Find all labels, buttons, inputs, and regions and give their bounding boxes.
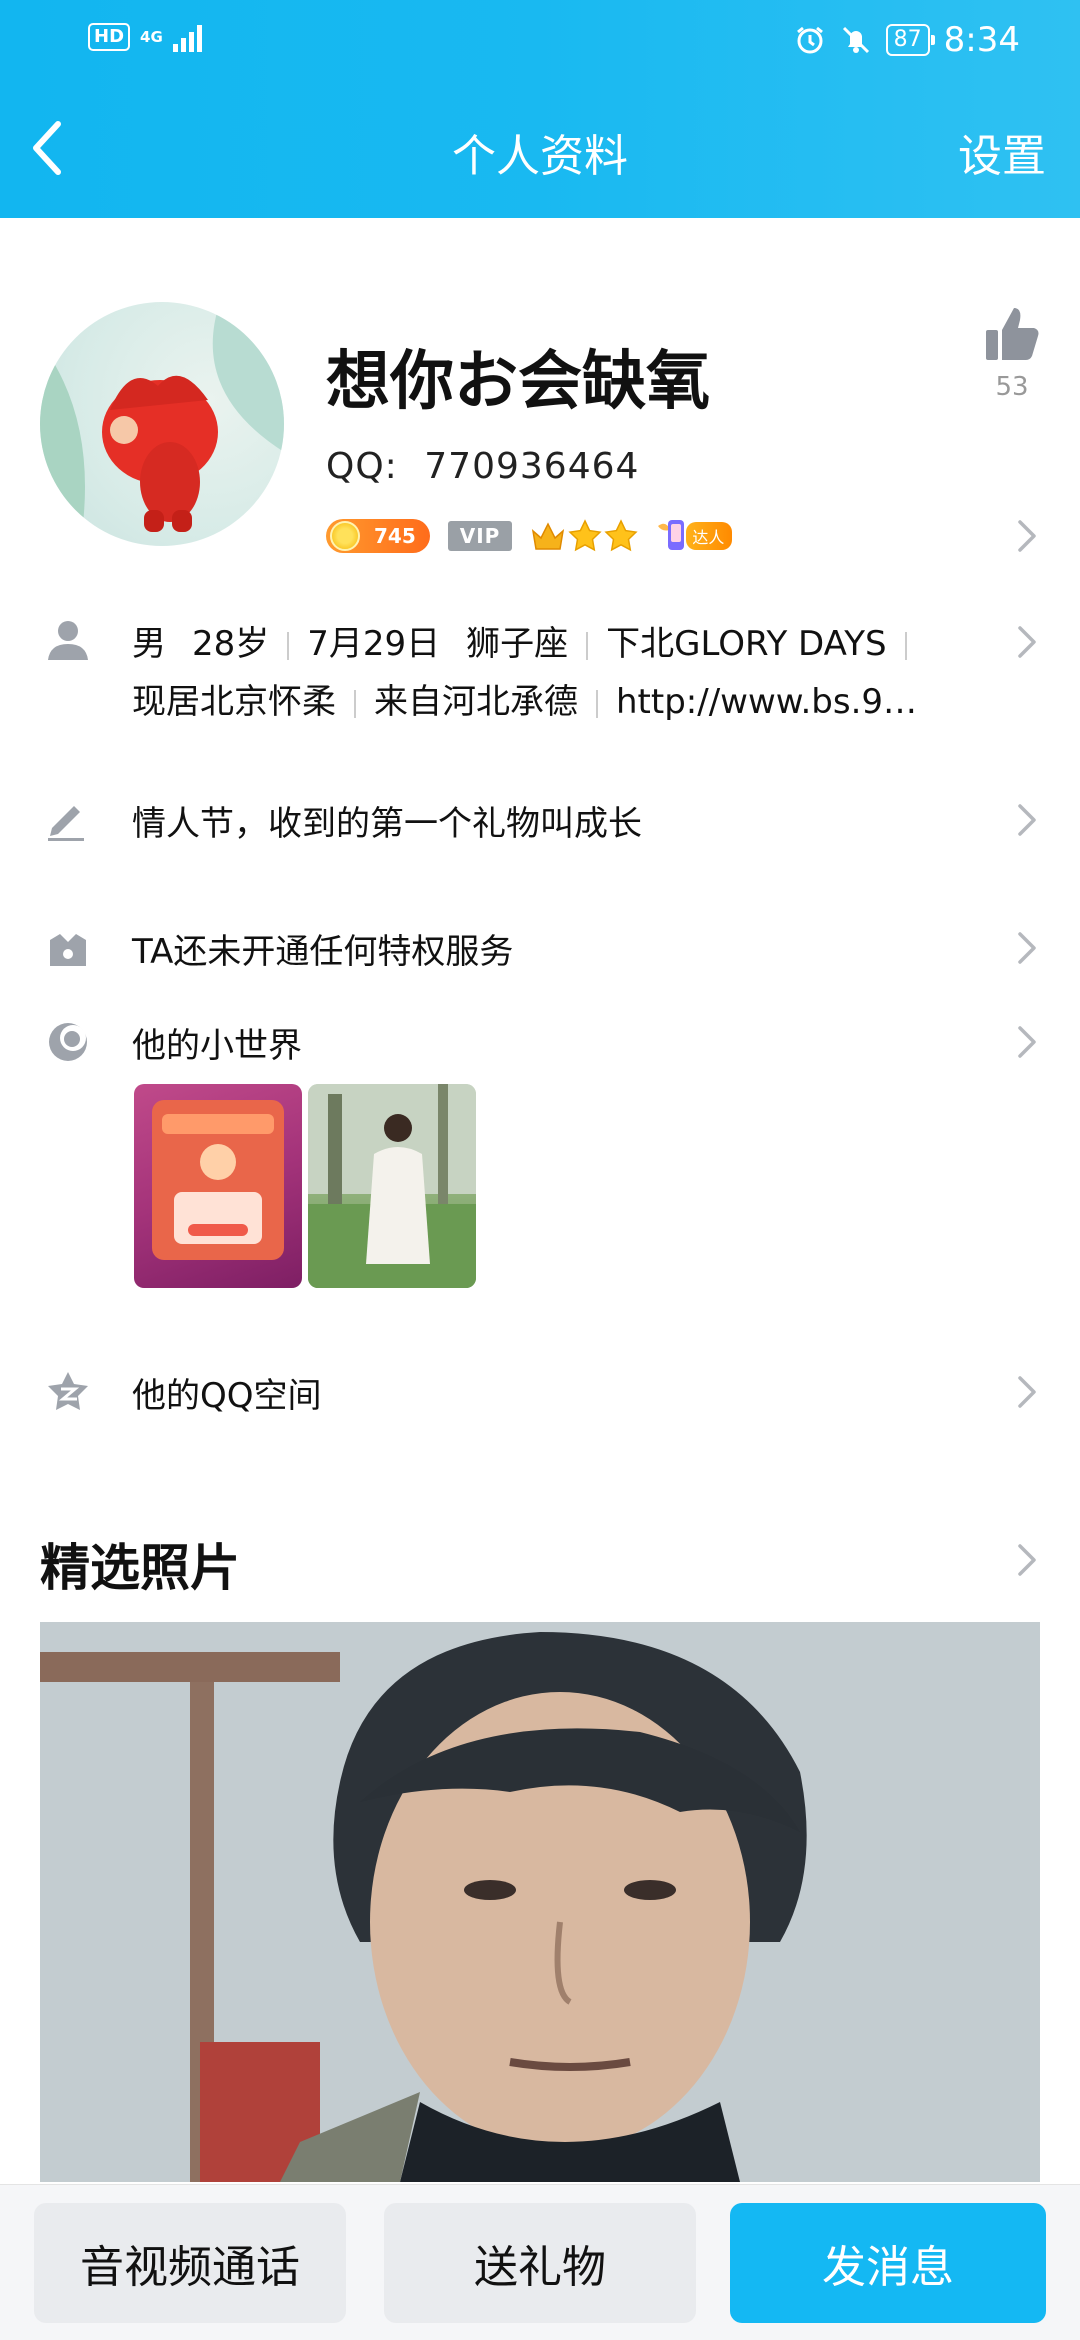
like-button[interactable]: 53 bbox=[980, 304, 1044, 402]
person-icon bbox=[48, 621, 88, 660]
like-count: 53 bbox=[995, 372, 1029, 402]
small-world-thumbnail[interactable] bbox=[308, 1084, 476, 1288]
chevron-right-icon bbox=[1018, 626, 1036, 658]
star-icon bbox=[604, 519, 638, 552]
chevron-right-icon[interactable] bbox=[1016, 1542, 1038, 1578]
qq-number: 770936464 bbox=[424, 446, 640, 487]
avatar[interactable] bbox=[40, 302, 284, 546]
age: 28岁 bbox=[192, 624, 270, 664]
zodiac: 狮子座 bbox=[466, 624, 569, 664]
crown-box-icon bbox=[50, 934, 86, 966]
star-icon bbox=[568, 519, 602, 552]
featured-photos-title: 精选照片 bbox=[40, 1539, 240, 1597]
level-stars bbox=[530, 519, 638, 553]
qq-number-line: QQ: 770936464 bbox=[326, 446, 639, 487]
privilege-text: TA还未开通任何特权服务 bbox=[132, 932, 514, 972]
badges-row[interactable]: 745 VIP 达人 bbox=[326, 516, 733, 556]
hd-indicator: HD bbox=[88, 23, 131, 51]
network-type: 4G bbox=[140, 28, 163, 46]
video-call-button[interactable]: 音视频通话 bbox=[34, 2203, 346, 2323]
signal-icon bbox=[172, 22, 202, 52]
chevron-right-icon bbox=[1018, 932, 1036, 964]
daren-badge: 达人 bbox=[656, 516, 733, 556]
mute-bell-icon bbox=[842, 26, 869, 54]
nickname: 想你お会缺氧 bbox=[326, 345, 710, 419]
chevron-right-icon bbox=[1018, 1026, 1036, 1058]
qzone-star-icon bbox=[48, 1372, 88, 1410]
qzone-row[interactable]: 他的QQ空间 bbox=[0, 1362, 1080, 1422]
small-world-text: 他的小世界 bbox=[132, 1026, 302, 1066]
birthday: 7月29日 bbox=[307, 624, 441, 664]
qzone-text: 他的QQ空间 bbox=[132, 1376, 322, 1416]
status-right: 87 8:34 bbox=[794, 20, 1020, 60]
chevron-right-icon[interactable] bbox=[1016, 518, 1038, 554]
chevron-right-icon bbox=[1018, 804, 1036, 836]
signature-row[interactable]: 情人节，收到的第一个礼物叫成长 bbox=[0, 790, 1080, 850]
basic-info-line-2: 现居北京怀柔 来自河北承德 http://www.bs.9… bbox=[132, 674, 1002, 723]
battery-indicator: 87 bbox=[885, 24, 935, 56]
header-bar: HD 4G 87 8:34 个人资料 设置 bbox=[0, 0, 1080, 218]
crown-icon bbox=[532, 522, 565, 550]
level-points: 745 bbox=[374, 524, 416, 548]
vip-badge: VIP bbox=[447, 521, 513, 551]
status-time: 8:34 bbox=[943, 20, 1020, 60]
moon-icon bbox=[49, 1023, 87, 1061]
settings-button[interactable]: 设置 bbox=[958, 120, 1046, 184]
send-message-button[interactable]: 发消息 bbox=[730, 2203, 1046, 2323]
status-left: HD 4G bbox=[88, 22, 202, 52]
basic-info-row[interactable]: 男 28岁 7月29日 狮子座 下北GLORY DAYS 现居北京怀柔 来自河北承德 htt… bbox=[0, 606, 1080, 736]
hometown: 来自河北承德 bbox=[374, 682, 578, 722]
bottom-action-bar: 音视频通话 送礼物 发消息 bbox=[0, 2184, 1080, 2340]
daren-label: 达人 bbox=[686, 522, 733, 550]
basic-info-line-1: 男 28岁 7月29日 狮子座 下北GLORY DAYS bbox=[132, 616, 925, 665]
school: 下北GLORY DAYS bbox=[606, 624, 887, 664]
location: 现居北京怀柔 bbox=[132, 682, 336, 722]
featured-photo[interactable] bbox=[40, 1622, 1040, 2182]
gender: 男 bbox=[132, 624, 166, 664]
coin-icon bbox=[330, 521, 360, 551]
signature-text: 情人节，收到的第一个礼物叫成长 bbox=[132, 804, 642, 844]
qq-label: QQ: bbox=[326, 446, 398, 487]
send-gift-button[interactable]: 送礼物 bbox=[384, 2203, 696, 2323]
small-world-thumbnail[interactable] bbox=[134, 1084, 302, 1288]
pencil-icon bbox=[48, 806, 84, 841]
chevron-right-icon bbox=[1018, 1376, 1036, 1408]
thumbs-up-icon bbox=[986, 308, 1039, 360]
privilege-row[interactable]: TA还未开通任何特权服务 bbox=[0, 918, 1080, 978]
small-world-row[interactable]: 他的小世界 bbox=[0, 1012, 1080, 1072]
website: http://www.bs.9… bbox=[616, 682, 918, 722]
alarm-icon bbox=[796, 26, 823, 54]
status-bar: HD 4G 87 8:34 bbox=[0, 0, 1080, 80]
page-title: 个人资料 bbox=[452, 131, 628, 182]
level-badge: 745 bbox=[326, 519, 430, 553]
